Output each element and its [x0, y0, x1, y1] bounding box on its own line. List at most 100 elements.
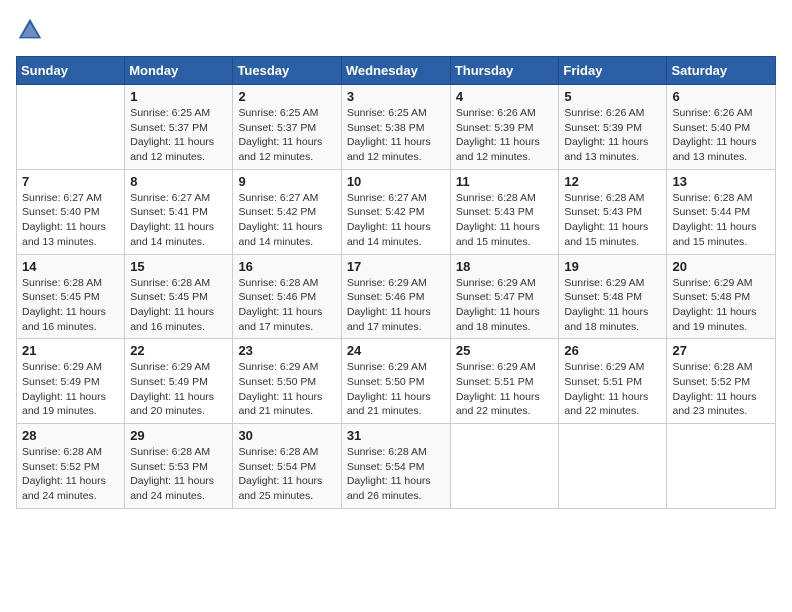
calendar-cell: 23Sunrise: 6:29 AM Sunset: 5:50 PM Dayli…	[233, 339, 341, 424]
day-of-week-header: Tuesday	[233, 57, 341, 85]
day-number: 9	[238, 174, 335, 189]
calendar-week-row: 14 Sunrise: 6:28 AM Sunset: 5:45 PM Dayli…	[17, 254, 776, 339]
calendar-cell: 20Sunrise: 6:29 AM Sunset: 5:48 PM Dayli…	[667, 254, 776, 339]
day-number: 27	[672, 343, 770, 358]
calendar-cell: 17 Sunrise: 6:29 AM Sunset: 5:46 PM Dayli…	[341, 254, 450, 339]
day-info: Sunrise: 6:29 AM Sunset: 5:51 PM Dayligh…	[564, 360, 661, 419]
day-info: Sunrise: 6:29 AM Sunset: 5:50 PM Dayligh…	[238, 360, 335, 419]
day-number: 29	[130, 428, 227, 443]
calendar-cell: 11 Sunrise: 6:28 AM Sunset: 5:43 PM Dayli…	[450, 169, 559, 254]
day-info: Sunrise: 6:28 AM Sunset: 5:46 PM Dayligh…	[238, 276, 335, 335]
day-info: Sunrise: 6:28 AM Sunset: 5:54 PM Dayligh…	[238, 445, 335, 504]
day-number: 22	[130, 343, 227, 358]
calendar-cell: 25 Sunrise: 6:29 AM Sunset: 5:51 PM Dayli…	[450, 339, 559, 424]
day-info: Sunrise: 6:28 AM Sunset: 5:54 PM Dayligh…	[347, 445, 445, 504]
calendar-cell: 1 Sunrise: 6:25 AM Sunset: 5:37 PM Daylig…	[125, 85, 233, 170]
day-number: 7	[22, 174, 119, 189]
day-info: Sunrise: 6:29 AM Sunset: 5:49 PM Dayligh…	[22, 360, 119, 419]
calendar-cell: 6Sunrise: 6:26 AM Sunset: 5:40 PM Daylig…	[667, 85, 776, 170]
calendar-cell: 10 Sunrise: 6:27 AM Sunset: 5:42 PM Dayli…	[341, 169, 450, 254]
calendar-cell: 3 Sunrise: 6:25 AM Sunset: 5:38 PM Daylig…	[341, 85, 450, 170]
day-number: 17	[347, 259, 445, 274]
calendar-cell: 19 Sunrise: 6:29 AM Sunset: 5:48 PM Dayli…	[559, 254, 667, 339]
calendar-cell	[667, 424, 776, 509]
day-number: 19	[564, 259, 661, 274]
calendar-cell: 7 Sunrise: 6:27 AM Sunset: 5:40 PM Daylig…	[17, 169, 125, 254]
calendar-cell: 9Sunrise: 6:27 AM Sunset: 5:42 PM Daylig…	[233, 169, 341, 254]
day-info: Sunrise: 6:29 AM Sunset: 5:47 PM Dayligh…	[456, 276, 554, 335]
calendar-cell	[17, 85, 125, 170]
day-number: 13	[672, 174, 770, 189]
day-info: Sunrise: 6:28 AM Sunset: 5:45 PM Dayligh…	[22, 276, 119, 335]
day-of-week-header: Saturday	[667, 57, 776, 85]
day-number: 6	[672, 89, 770, 104]
day-info: Sunrise: 6:29 AM Sunset: 5:49 PM Dayligh…	[130, 360, 227, 419]
day-info: Sunrise: 6:27 AM Sunset: 5:41 PM Dayligh…	[130, 191, 227, 250]
day-info: Sunrise: 6:29 AM Sunset: 5:51 PM Dayligh…	[456, 360, 554, 419]
day-number: 28	[22, 428, 119, 443]
day-number: 24	[347, 343, 445, 358]
day-number: 10	[347, 174, 445, 189]
day-info: Sunrise: 6:28 AM Sunset: 5:43 PM Dayligh…	[564, 191, 661, 250]
day-number: 14	[22, 259, 119, 274]
day-number: 8	[130, 174, 227, 189]
day-info: Sunrise: 6:29 AM Sunset: 5:50 PM Dayligh…	[347, 360, 445, 419]
day-number: 1	[130, 89, 227, 104]
day-info: Sunrise: 6:28 AM Sunset: 5:53 PM Dayligh…	[130, 445, 227, 504]
calendar-header-row: SundayMondayTuesdayWednesdayThursdayFrid…	[17, 57, 776, 85]
calendar-cell: 24 Sunrise: 6:29 AM Sunset: 5:50 PM Dayli…	[341, 339, 450, 424]
calendar-cell: 5 Sunrise: 6:26 AM Sunset: 5:39 PM Daylig…	[559, 85, 667, 170]
day-info: Sunrise: 6:29 AM Sunset: 5:48 PM Dayligh…	[672, 276, 770, 335]
day-info: Sunrise: 6:28 AM Sunset: 5:45 PM Dayligh…	[130, 276, 227, 335]
day-number: 25	[456, 343, 554, 358]
day-info: Sunrise: 6:25 AM Sunset: 5:37 PM Dayligh…	[238, 106, 335, 165]
calendar-cell: 21Sunrise: 6:29 AM Sunset: 5:49 PM Dayli…	[17, 339, 125, 424]
day-number: 4	[456, 89, 554, 104]
day-info: Sunrise: 6:29 AM Sunset: 5:46 PM Dayligh…	[347, 276, 445, 335]
day-of-week-header: Thursday	[450, 57, 559, 85]
day-number: 15	[130, 259, 227, 274]
calendar-cell	[450, 424, 559, 509]
calendar-week-row: 7 Sunrise: 6:27 AM Sunset: 5:40 PM Daylig…	[17, 169, 776, 254]
calendar-week-row: 1 Sunrise: 6:25 AM Sunset: 5:37 PM Daylig…	[17, 85, 776, 170]
day-info: Sunrise: 6:25 AM Sunset: 5:38 PM Dayligh…	[347, 106, 445, 165]
day-number: 3	[347, 89, 445, 104]
day-number: 2	[238, 89, 335, 104]
calendar-cell: 16Sunrise: 6:28 AM Sunset: 5:46 PM Dayli…	[233, 254, 341, 339]
day-info: Sunrise: 6:28 AM Sunset: 5:43 PM Dayligh…	[456, 191, 554, 250]
day-number: 18	[456, 259, 554, 274]
calendar-week-row: 21Sunrise: 6:29 AM Sunset: 5:49 PM Dayli…	[17, 339, 776, 424]
calendar-cell: 18 Sunrise: 6:29 AM Sunset: 5:47 PM Dayli…	[450, 254, 559, 339]
day-of-week-header: Monday	[125, 57, 233, 85]
calendar-cell: 29 Sunrise: 6:28 AM Sunset: 5:53 PM Dayli…	[125, 424, 233, 509]
day-info: Sunrise: 6:27 AM Sunset: 5:40 PM Dayligh…	[22, 191, 119, 250]
calendar-week-row: 28 Sunrise: 6:28 AM Sunset: 5:52 PM Dayli…	[17, 424, 776, 509]
day-info: Sunrise: 6:28 AM Sunset: 5:44 PM Dayligh…	[672, 191, 770, 250]
day-number: 31	[347, 428, 445, 443]
day-number: 30	[238, 428, 335, 443]
calendar-cell: 2 Sunrise: 6:25 AM Sunset: 5:37 PM Daylig…	[233, 85, 341, 170]
day-info: Sunrise: 6:28 AM Sunset: 5:52 PM Dayligh…	[672, 360, 770, 419]
calendar-cell: 22 Sunrise: 6:29 AM Sunset: 5:49 PM Dayli…	[125, 339, 233, 424]
day-info: Sunrise: 6:29 AM Sunset: 5:48 PM Dayligh…	[564, 276, 661, 335]
day-number: 26	[564, 343, 661, 358]
day-info: Sunrise: 6:27 AM Sunset: 5:42 PM Dayligh…	[347, 191, 445, 250]
calendar-cell: 13 Sunrise: 6:28 AM Sunset: 5:44 PM Dayli…	[667, 169, 776, 254]
logo	[16, 16, 48, 44]
calendar-cell: 30 Sunrise: 6:28 AM Sunset: 5:54 PM Dayli…	[233, 424, 341, 509]
calendar-cell: 28 Sunrise: 6:28 AM Sunset: 5:52 PM Dayli…	[17, 424, 125, 509]
calendar-cell: 31 Sunrise: 6:28 AM Sunset: 5:54 PM Dayli…	[341, 424, 450, 509]
calendar-cell: 15 Sunrise: 6:28 AM Sunset: 5:45 PM Dayli…	[125, 254, 233, 339]
calendar-cell: 8 Sunrise: 6:27 AM Sunset: 5:41 PM Daylig…	[125, 169, 233, 254]
day-info: Sunrise: 6:26 AM Sunset: 5:39 PM Dayligh…	[564, 106, 661, 165]
logo-icon	[16, 16, 44, 44]
day-info: Sunrise: 6:25 AM Sunset: 5:37 PM Dayligh…	[130, 106, 227, 165]
day-info: Sunrise: 6:28 AM Sunset: 5:52 PM Dayligh…	[22, 445, 119, 504]
day-number: 12	[564, 174, 661, 189]
day-of-week-header: Friday	[559, 57, 667, 85]
calendar-table: SundayMondayTuesdayWednesdayThursdayFrid…	[16, 56, 776, 509]
day-of-week-header: Wednesday	[341, 57, 450, 85]
day-number: 11	[456, 174, 554, 189]
day-of-week-header: Sunday	[17, 57, 125, 85]
day-number: 5	[564, 89, 661, 104]
